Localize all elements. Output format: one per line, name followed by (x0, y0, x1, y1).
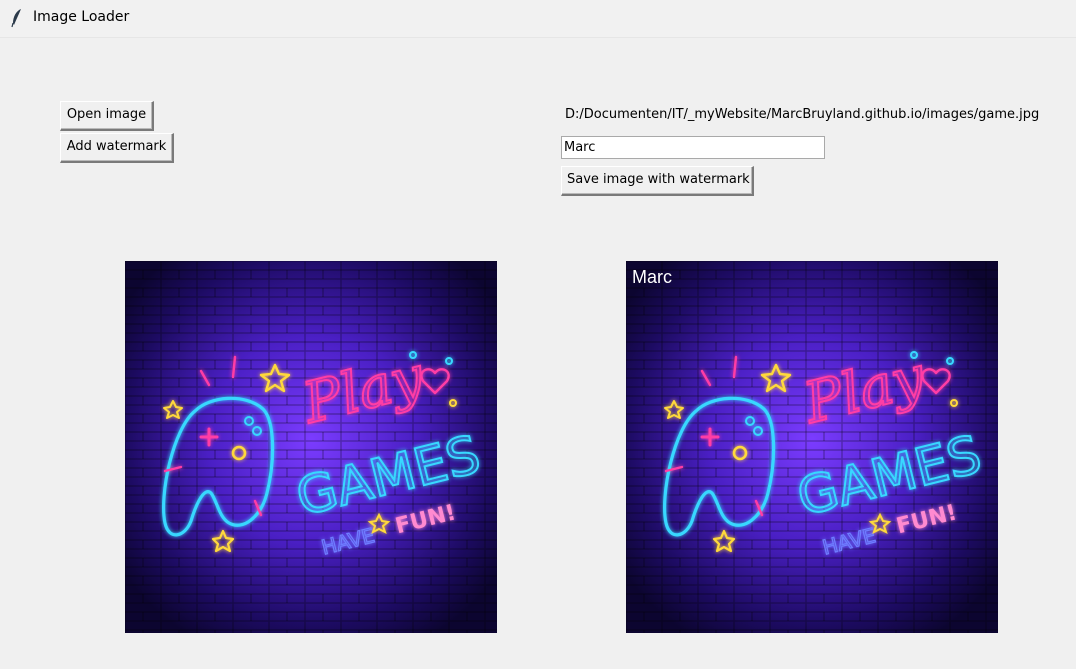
add-watermark-button[interactable]: Add watermark (60, 133, 174, 163)
window-title: Image Loader (33, 9, 130, 25)
save-image-button[interactable]: Save image with watermark (561, 166, 754, 196)
watermark-text-input[interactable] (561, 136, 825, 159)
title-bar: Image Loader (0, 0, 1076, 38)
open-image-button[interactable]: Open image (60, 101, 154, 131)
file-path-label: D:/Documenten/IT/_myWebsite/MarcBruyland… (565, 107, 1040, 122)
watermark-text-overlay: Marc (632, 267, 672, 287)
neon-game-artwork: Play GAMES HAVE FUN! (125, 261, 497, 633)
feather-icon (11, 9, 21, 28)
neon-game-artwork: Play GAMES HAVE FUN! (626, 261, 998, 633)
watermarked-image: Play GAMES HAVE FUN! Marc (626, 261, 998, 633)
original-image: Play GAMES HAVE FUN! (125, 261, 497, 633)
